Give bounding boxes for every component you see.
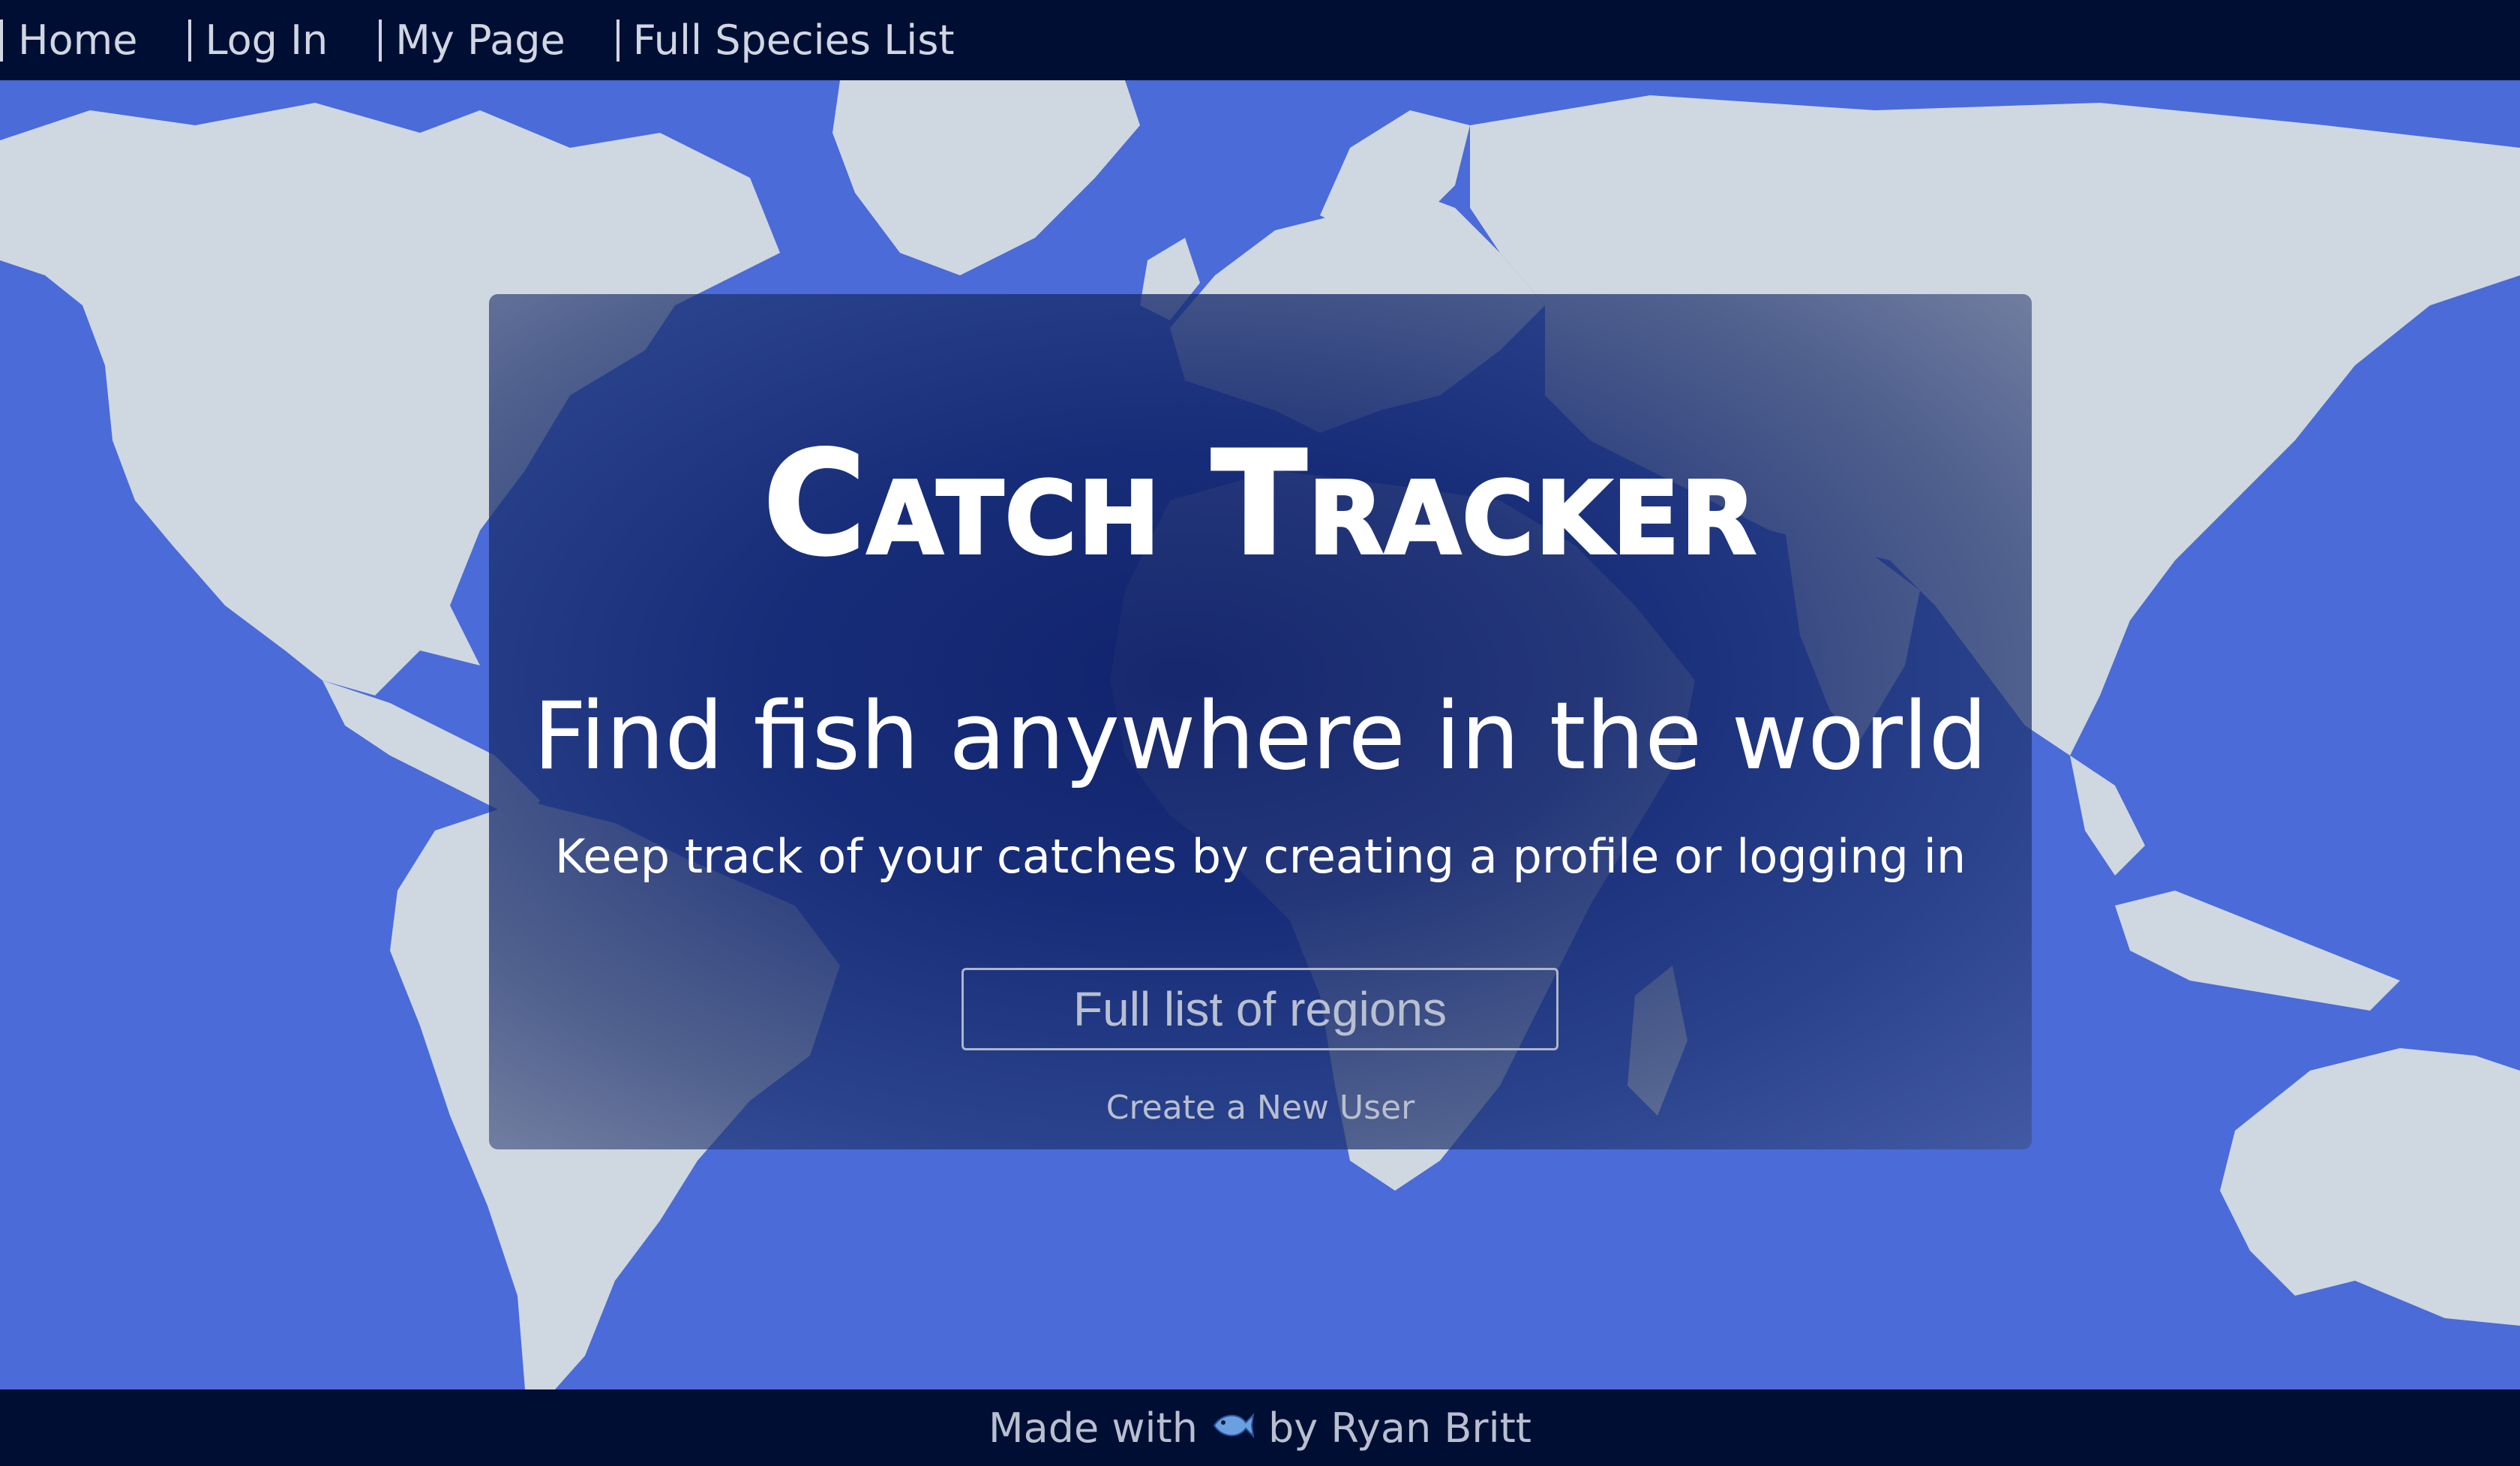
nav-home-link[interactable]: Home [0,19,140,62]
nav-my-page-link[interactable]: My Page [379,19,568,62]
create-new-user-link[interactable]: Create a New User [489,1089,2032,1127]
nav-species-list-link[interactable]: Full Species List [616,19,958,62]
hero-headline: Find fish anywhere in the world [532,683,1988,791]
hero-subline: Keep track of your catches by creating a… [554,829,1966,884]
fish-icon [1211,1404,1255,1452]
footer-suffix: by Ryan Britt [1268,1404,1532,1452]
top-nav: Home Log In My Page Full Species List [0,0,2520,80]
footer: Made with by Ryan Britt [0,1389,2520,1466]
hero-card: Catch Tracker Find fish anywhere in the … [489,294,2032,1149]
footer-prefix: Made with [988,1404,1198,1452]
full-list-of-regions-button[interactable]: Full list of regions [962,968,1558,1050]
app-title: Catch Tracker [762,421,1758,587]
nav-login-link[interactable]: Log In [188,19,331,62]
